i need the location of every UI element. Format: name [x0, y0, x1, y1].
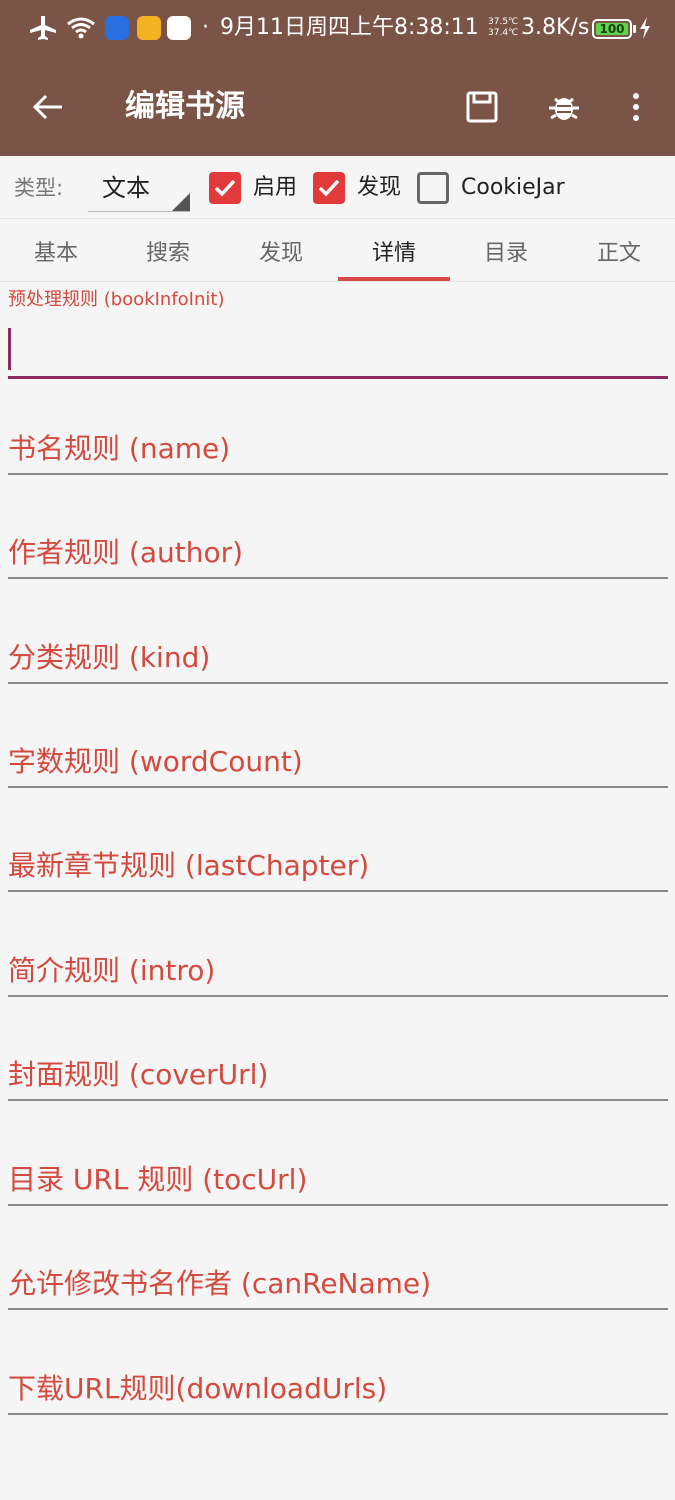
- debug-button[interactable]: [539, 82, 589, 132]
- tab-details[interactable]: 详情: [338, 219, 450, 282]
- status-dot: ·: [202, 15, 209, 40]
- field-underline: [8, 890, 668, 892]
- back-button[interactable]: [23, 82, 73, 132]
- kind-rule-field[interactable]: 分类规则 (kind): [8, 637, 668, 687]
- intro-rule-label: 简介规则 (intro): [8, 954, 216, 987]
- app-toolbar: 编辑书源: [0, 58, 675, 156]
- check-icon: [214, 179, 236, 197]
- name-rule-label: 书名规则 (name): [8, 432, 231, 465]
- temperature-readout: 37.5℃ 37.4℃: [488, 17, 518, 39]
- intro-rule-field[interactable]: 简介规则 (intro): [8, 950, 668, 1000]
- lastchapter-rule-field[interactable]: 最新章节规则 (lastChapter): [8, 845, 668, 895]
- type-select-value: 文本: [102, 174, 150, 202]
- coverurl-rule-label: 封面规则 (coverUrl): [8, 1058, 269, 1091]
- field-underline: [8, 1204, 668, 1206]
- kind-rule-label: 分类规则 (kind): [8, 641, 211, 674]
- canrename-rule-field[interactable]: 允许修改书名作者 (canReName): [8, 1263, 668, 1313]
- arrow-left-icon: [32, 94, 62, 120]
- field-underline: [8, 786, 668, 788]
- field-underline: [8, 1413, 668, 1415]
- more-options-button[interactable]: [612, 82, 660, 132]
- tab-discover[interactable]: 发现: [225, 219, 337, 282]
- downloadurls-rule-label: 下载URL规则(downloadUrls): [8, 1372, 388, 1405]
- charging-icon: [638, 14, 652, 42]
- enable-label[interactable]: 启用: [253, 173, 297, 203]
- bookinfoinit-field[interactable]: 预处理规则 (bookInfoInit): [8, 288, 668, 384]
- name-rule-field[interactable]: 书名规则 (name): [8, 428, 668, 478]
- coverurl-rule-field[interactable]: 封面规则 (coverUrl): [8, 1054, 668, 1104]
- save-icon: [466, 91, 498, 123]
- cookiejar-checkbox[interactable]: [417, 172, 449, 204]
- field-underline: [8, 682, 668, 684]
- notification-app-icon: [136, 14, 162, 42]
- bookinfoinit-underline: [8, 376, 668, 379]
- field-underline: [8, 1308, 668, 1310]
- author-rule-field[interactable]: 作者规则 (author): [8, 532, 668, 582]
- field-underline: [8, 577, 668, 579]
- discover-checkbox[interactable]: [313, 172, 345, 204]
- tocurl-rule-label: 目录 URL 规则 (tocUrl): [8, 1163, 308, 1196]
- field-underline: [8, 995, 668, 997]
- status-datetime: 9月11日周四上午8:38:11: [220, 15, 479, 40]
- tocurl-rule-field[interactable]: 目录 URL 规则 (tocUrl): [8, 1159, 668, 1209]
- tab-search[interactable]: 搜索: [112, 219, 224, 282]
- airplane-mode-icon: [28, 14, 58, 42]
- network-speed: 3.8K/s: [521, 15, 590, 40]
- author-rule-label: 作者规则 (author): [8, 536, 244, 569]
- field-underline: [8, 473, 668, 475]
- status-bar: · 9月11日周四上午8:38:11 37.5℃ 37.4℃ 3.8K/s 10…: [0, 0, 675, 58]
- text-cursor: [8, 328, 11, 370]
- canrename-rule-label: 允许修改书名作者 (canReName): [8, 1267, 432, 1300]
- enable-checkbox[interactable]: [209, 172, 241, 204]
- dropdown-arrow-icon: [172, 193, 190, 211]
- tab-basic[interactable]: 基本: [0, 219, 112, 282]
- bookinfoinit-label: 预处理规则 (bookInfoInit): [8, 289, 225, 310]
- more-vert-icon: [633, 93, 639, 121]
- discover-label[interactable]: 发现: [357, 173, 401, 203]
- temp-high: 37.5℃: [488, 17, 519, 27]
- rule-tabs: 基本 搜索 发现 详情 目录 正文: [0, 218, 675, 282]
- type-label: 类型:: [14, 176, 64, 200]
- tab-content[interactable]: 正文: [563, 219, 675, 282]
- wifi-icon: [66, 14, 96, 42]
- check-icon: [318, 179, 340, 197]
- wordcount-rule-label: 字数规则 (wordCount): [8, 745, 303, 778]
- wordcount-rule-field[interactable]: 字数规则 (wordCount): [8, 741, 668, 791]
- temp-low: 37.4℃: [488, 28, 519, 38]
- battery-icon: 100: [592, 19, 632, 39]
- battery-cap: [633, 25, 636, 33]
- tab-indicator: [338, 277, 450, 281]
- battery-level: 100: [599, 22, 625, 36]
- notification-app-icon: [104, 14, 130, 42]
- notification-app-icon: [166, 14, 192, 42]
- cookiejar-label[interactable]: CookieJar: [461, 173, 565, 203]
- bookinfoinit-input[interactable]: [8, 326, 668, 372]
- field-underline: [8, 1099, 668, 1101]
- bug-icon: [549, 97, 579, 120]
- lastchapter-rule-label: 最新章节规则 (lastChapter): [8, 849, 370, 882]
- tab-toc[interactable]: 目录: [450, 219, 562, 282]
- type-select[interactable]: 文本: [88, 166, 190, 212]
- downloadurls-rule-field[interactable]: 下载URL规则(downloadUrls): [8, 1368, 668, 1418]
- source-options: 类型: 文本 启用 发现 CookieJar: [0, 156, 675, 218]
- save-button[interactable]: [457, 82, 507, 132]
- page-title: 编辑书源: [125, 89, 245, 124]
